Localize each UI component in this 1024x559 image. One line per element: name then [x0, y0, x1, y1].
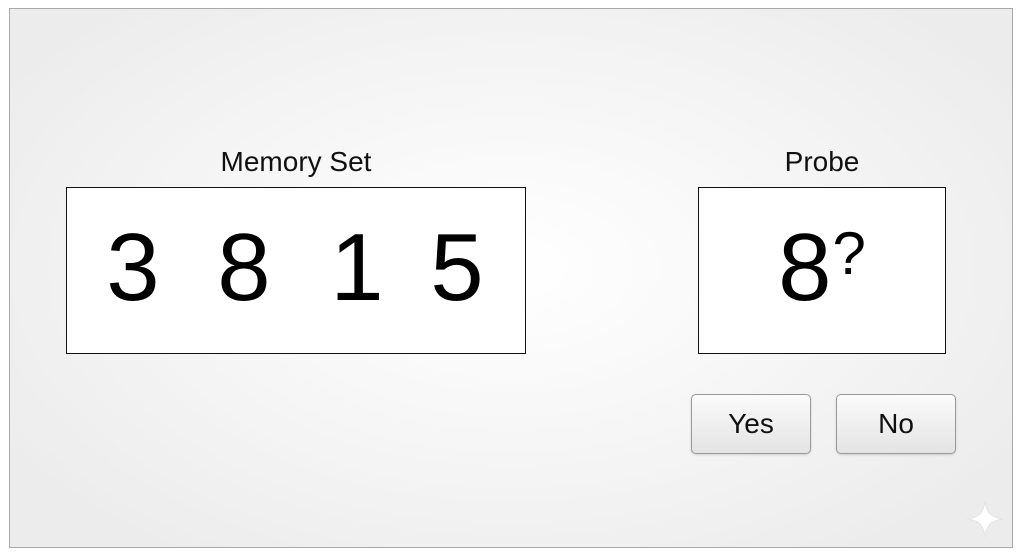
memory-set-label: Memory Set — [220, 146, 372, 177]
probe-item: 8? — [699, 220, 945, 316]
memory-digit: 5 — [430, 214, 484, 321]
memory-digits: 3 8 1 5 — [67, 188, 525, 353]
no-button[interactable]: No — [836, 394, 956, 454]
memory-set-box: 3 8 1 5 — [66, 187, 526, 354]
task-screen: Memory Set 3 8 1 5 Probe 8? Yes No — [9, 8, 1013, 548]
memory-digit: 8 — [217, 214, 271, 321]
probe-label: Probe — [784, 146, 860, 177]
memory-digit: 1 — [330, 214, 384, 321]
yes-button[interactable]: Yes — [691, 394, 811, 454]
probe-question-mark: ? — [832, 220, 866, 287]
probe-digit: 8 — [778, 214, 832, 321]
probe-box: 8? — [698, 187, 946, 354]
memory-digit: 3 — [106, 214, 160, 321]
sparkle-icon — [966, 500, 1004, 538]
